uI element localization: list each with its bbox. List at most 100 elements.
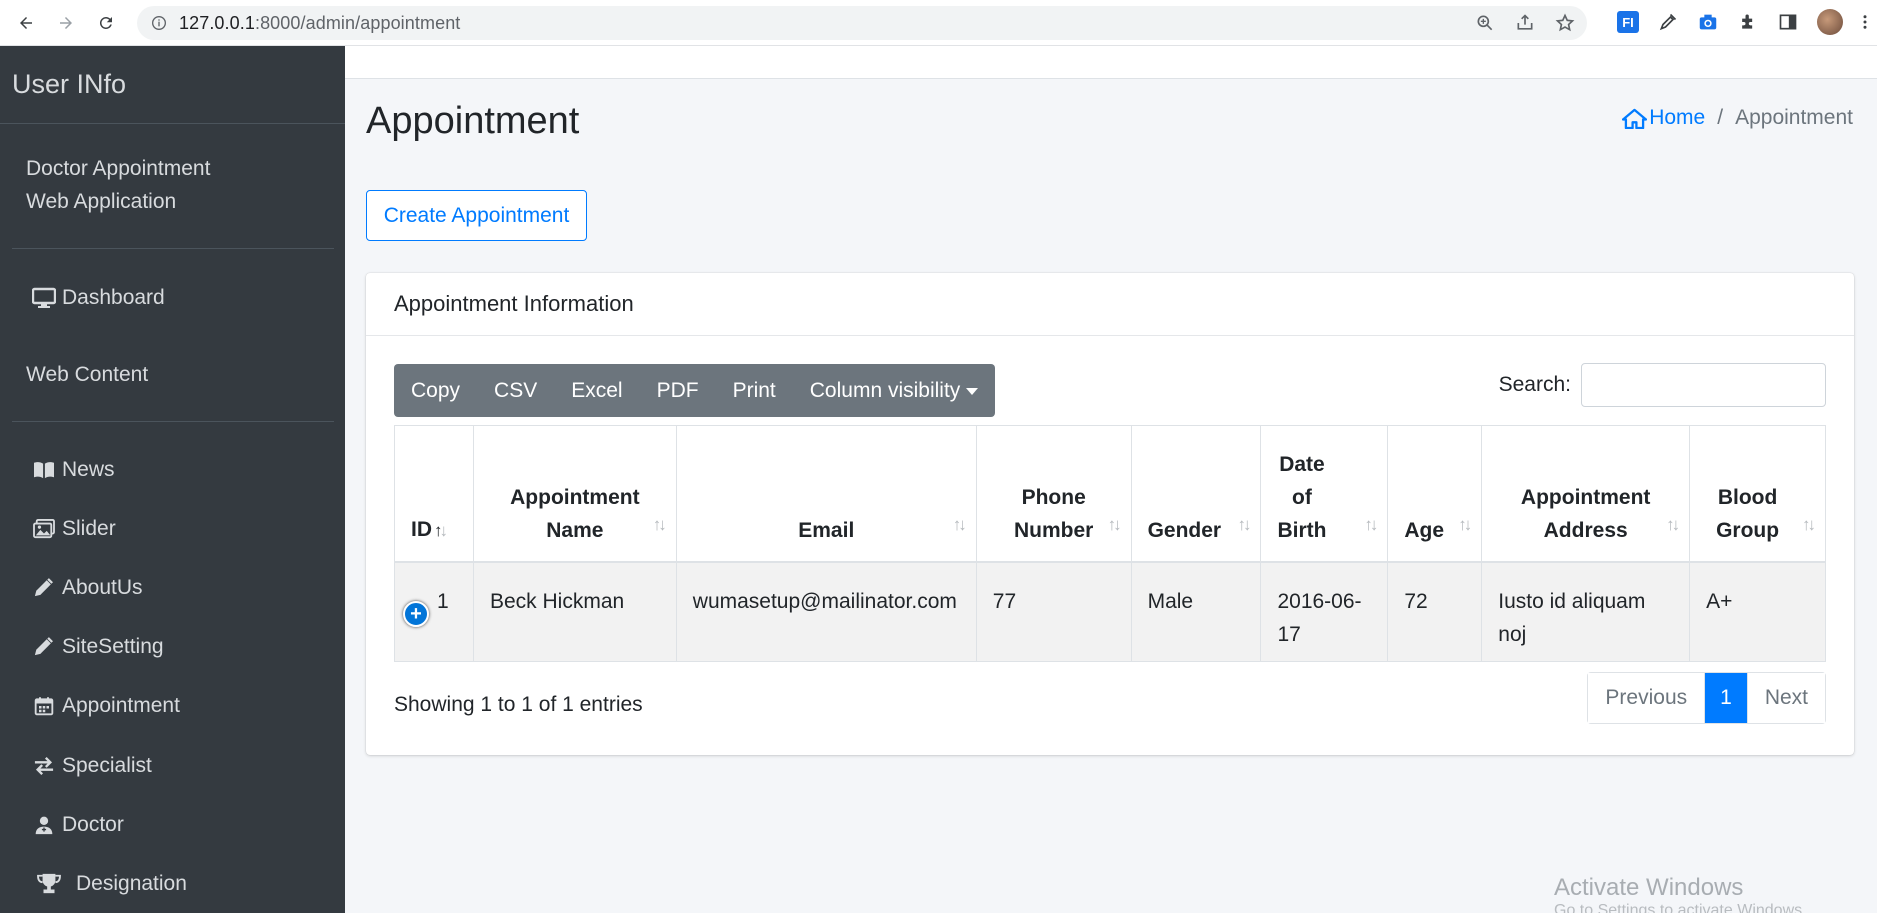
column-header-gender[interactable]: Gender ↑↓ <box>1130 425 1262 562</box>
column-header-date-of-birth[interactable]: Date of Birth ↑↓ <box>1260 425 1389 562</box>
user-panel-line-1: Doctor Appointment <box>26 157 211 180</box>
column-header-label: Appointment Name <box>510 485 640 542</box>
sidebar-item-label: Dashboard <box>62 286 165 309</box>
sidebar-item-label: Web Content <box>26 363 149 386</box>
csv-button[interactable]: CSV <box>477 364 554 417</box>
column-header-blood-group[interactable]: Blood Group ↑↓ <box>1689 425 1826 562</box>
column-header-appointment-name[interactable]: Appointment Name ↑↓ <box>472 425 677 562</box>
sort-icon: ↑↓ <box>1237 514 1251 534</box>
cell-blood-group: A+ <box>1689 561 1826 662</box>
brand-title[interactable]: User INfo <box>0 46 345 124</box>
dropdown-caret-icon <box>966 388 979 395</box>
previous-page-button[interactable]: Previous <box>1588 673 1705 723</box>
sidebar-item-label: Slider <box>62 517 116 540</box>
breadcrumb: Home / Appointment <box>1622 106 1853 130</box>
sidebar-item-aboutus[interactable]: AboutUs <box>32 576 143 600</box>
column-header-label: Age <box>1404 518 1445 542</box>
sidebar: User INfo Doctor Appointment Web Applica… <box>0 46 345 913</box>
cell-email: wumasetup@mailinator.com <box>675 561 977 662</box>
print-button[interactable]: Print <box>716 364 793 417</box>
expand-row-plus-icon[interactable]: + <box>403 601 429 627</box>
column-header-email[interactable]: Email ↑↓ <box>675 425 977 562</box>
sort-icon: ↑↓ <box>1458 514 1472 534</box>
column-header-phone-number[interactable]: Phone Number ↑↓ <box>975 425 1132 562</box>
share-icon[interactable] <box>1515 13 1535 33</box>
column-header-label: Email <box>798 518 855 542</box>
next-page-button[interactable]: Next <box>1746 673 1825 723</box>
cell-phone-number: 77 <box>975 561 1132 662</box>
sidebar-item-news[interactable]: News <box>32 458 115 482</box>
breadcrumb-home-link[interactable]: Home <box>1622 106 1705 130</box>
table-search: Search: <box>1499 363 1826 407</box>
back-arrow-icon[interactable] <box>12 9 40 37</box>
column-header-appointment-address[interactable]: Appointment Address ↑↓ <box>1481 425 1691 562</box>
sidebar-item-slider[interactable]: Slider <box>32 517 116 541</box>
sidebar-item-label: Appointment <box>62 694 180 717</box>
column-header-label: Gender <box>1147 518 1222 542</box>
sidebar-item-label: Specialist <box>62 754 152 777</box>
page-1-button[interactable]: 1 <box>1704 673 1747 723</box>
reload-icon[interactable] <box>92 9 120 37</box>
search-input[interactable] <box>1581 363 1826 407</box>
sidebar-item-label: SiteSetting <box>62 635 164 658</box>
breadcrumb-current: Appointment <box>1735 106 1853 129</box>
sort-ascending-icon: ↑↓ <box>434 520 448 540</box>
column-header-label: ID <box>411 517 432 541</box>
pencil-icon <box>32 636 56 658</box>
profile-avatar[interactable] <box>1817 9 1843 35</box>
pagination: Previous 1 Next <box>1587 672 1826 724</box>
forward-arrow-icon[interactable] <box>52 9 80 37</box>
sidebar-item-web-content[interactable]: Web Content <box>26 363 148 387</box>
cell-age: 72 <box>1387 561 1483 662</box>
column-header-label: Date of Birth <box>1277 452 1327 542</box>
side-panel-icon[interactable] <box>1777 11 1799 33</box>
address-bar[interactable]: 127.0.0.1:8000/admin/appointment <box>137 6 1587 40</box>
sidebar-item-doctor[interactable]: Doctor <box>32 813 124 837</box>
activate-windows-watermark: Activate Windows <box>1554 874 1744 901</box>
create-appointment-button[interactable]: Create Appointment <box>366 190 587 241</box>
fi-extension-icon[interactable]: FI <box>1617 11 1639 33</box>
appointment-card: Appointment Information Copy CSV Excel P… <box>366 273 1854 755</box>
site-info-icon[interactable] <box>151 15 167 31</box>
zoom-icon[interactable] <box>1475 13 1495 33</box>
sidebar-item-designation[interactable]: Designation <box>32 872 187 896</box>
sidebar-item-appointment[interactable]: Appointment <box>32 694 180 718</box>
sort-icon: ↑↓ <box>1802 514 1816 534</box>
activate-windows-subtext: Go to Settings to activate Windows. <box>1554 902 1807 913</box>
bookmark-star-icon[interactable] <box>1555 13 1575 33</box>
top-navbar <box>345 46 1877 79</box>
column-header-id[interactable]: ID ↑↓ <box>394 425 474 562</box>
excel-button[interactable]: Excel <box>554 364 639 417</box>
table-header-row: ID ↑↓ Appointment Name ↑↓ Email ↑↓ Phone Nu… <box>394 425 1826 562</box>
copy-button[interactable]: Copy <box>394 364 477 417</box>
camera-icon[interactable] <box>1697 11 1719 33</box>
sort-icon: ↑↓ <box>952 514 967 534</box>
sort-icon: ↑↓ <box>1107 514 1122 534</box>
table-info: Showing 1 to 1 of 1 entries <box>394 693 643 716</box>
sidebar-divider <box>12 421 334 422</box>
column-visibility-label: Column visibility <box>809 378 961 402</box>
column-header-age[interactable]: Age ↑↓ <box>1387 425 1483 562</box>
sidebar-item-sitesetting[interactable]: SiteSetting <box>32 635 164 659</box>
eyedropper-icon[interactable] <box>1657 11 1679 33</box>
menu-kebab-icon[interactable] <box>1861 11 1869 33</box>
column-header-label: Blood Group <box>1716 485 1780 542</box>
datatable-export-buttons: Copy CSV Excel PDF Print Column visibili… <box>394 364 996 417</box>
sidebar-item-label: Designation <box>76 872 187 895</box>
browser-toolbar: 127.0.0.1:8000/admin/appointment FI <box>0 0 1877 46</box>
column-header-label: Phone Number <box>1013 485 1094 542</box>
extensions-puzzle-icon[interactable] <box>1737 11 1759 33</box>
images-icon <box>32 518 56 540</box>
sidebar-item-label: News <box>62 458 115 481</box>
table-row[interactable]: 1 Beck Hickman wumasetup@mailinator.com … <box>394 561 1826 662</box>
sidebar-item-dashboard[interactable]: Dashboard <box>32 286 165 310</box>
column-visibility-button[interactable]: Column visibility <box>793 364 996 417</box>
user-panel-line-2: Web Application <box>26 190 177 213</box>
user-doctor-icon <box>32 814 56 836</box>
sidebar-item-label: AboutUs <box>62 576 143 599</box>
pdf-button[interactable]: PDF <box>640 364 716 417</box>
sidebar-item-specialist[interactable]: Specialist <box>32 754 152 778</box>
book-icon <box>32 459 56 481</box>
sort-icon: ↑↓ <box>652 514 667 534</box>
sidebar-item-label: Doctor <box>62 813 124 836</box>
